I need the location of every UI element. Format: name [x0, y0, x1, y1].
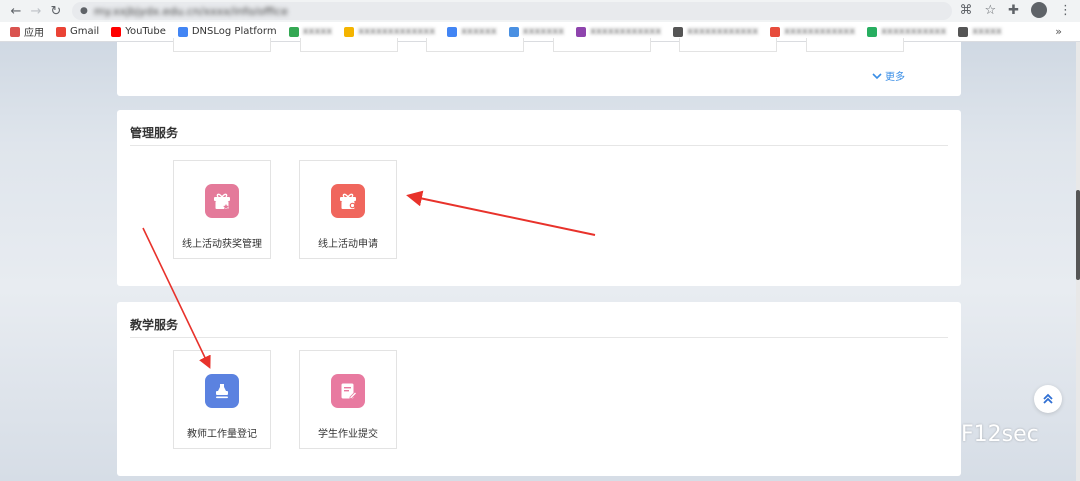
tile-online-activity-apply[interactable]: 线上活动申请 — [299, 160, 397, 259]
tile-stub[interactable] — [300, 38, 398, 52]
bookmark-favicon-icon — [447, 26, 458, 37]
bookmark-favicon-icon — [344, 26, 355, 37]
profile-avatar[interactable] — [1031, 2, 1047, 18]
bookmark-favicon-icon — [288, 26, 299, 37]
tile-stub[interactable] — [173, 38, 271, 52]
bookmark-item[interactable]: Gmail — [56, 26, 99, 37]
bookmarks-more-button[interactable]: » — [1055, 25, 1062, 38]
tile-stub[interactable] — [679, 38, 777, 52]
chevron-down-icon — [872, 72, 882, 79]
reload-icon[interactable]: ↻ — [46, 2, 66, 20]
bookmark-label: xxxxxxxxxxxxx — [358, 26, 436, 37]
watermark: F12sec — [925, 422, 1039, 447]
tile-online-activity-awards[interactable]: 线上活动获奖管理 — [173, 160, 271, 259]
bookmark-item[interactable]: xxxxx — [958, 26, 1002, 37]
bookmark-favicon-icon — [673, 26, 684, 37]
address-bar[interactable]: ● my.xxjbjydx.edu.cn/xxxx/info/office — [72, 2, 952, 20]
bookmark-item[interactable]: xxxxxxxxxxx — [867, 26, 946, 37]
back-to-top-button[interactable] — [1034, 385, 1062, 413]
bookmark-favicon-icon — [958, 26, 969, 37]
gift-settings-icon — [331, 184, 365, 218]
bookmark-label: Gmail — [70, 26, 100, 37]
bookmark-label: xxxxxxxxxxxx — [784, 26, 856, 37]
bookmark-label: 应用 — [24, 28, 44, 39]
extensions-icon[interactable]: ✚ — [1008, 3, 1019, 18]
menu-icon[interactable]: ⋮ — [1059, 3, 1072, 18]
bookmark-item[interactable]: xxxxxxxxxxxx — [576, 26, 661, 37]
divider — [130, 145, 948, 146]
bookmark-favicon-icon — [10, 26, 20, 37]
double-chevron-up-icon — [1043, 393, 1053, 404]
lock-icon: ● — [80, 6, 88, 16]
bookmark-label: xxxxxxxxxxxx — [687, 26, 759, 37]
tile-label: 线上活动申请 — [318, 239, 378, 250]
tile-stub[interactable] — [806, 38, 904, 52]
bookmarks-bar: 应用 Gmail YouTube DNSLog Platform xxxxx xxxxxx… — [0, 22, 1080, 42]
tile-label: 教师工作量登记 — [187, 429, 257, 440]
forward-icon[interactable]: → — [26, 2, 46, 20]
divider — [130, 337, 948, 338]
more-link[interactable]: 更多 — [872, 68, 905, 83]
url-text: my.xxjbjydx.edu.cn/xxxx/info/office — [93, 4, 288, 18]
tile-label: 学生作业提交 — [318, 429, 378, 440]
bookmark-label: xxxxxxx — [522, 26, 565, 37]
bookmark-item[interactable]: xxxxxxxxxxxx — [673, 26, 758, 37]
watermark-text: F12sec — [961, 422, 1039, 447]
management-services-card: 管理服务 线上活动获奖管理 线上活动申请 — [117, 110, 961, 286]
bookmark-label: xxxxx — [972, 26, 1002, 37]
stamp-icon — [205, 374, 239, 408]
browser-toolbar: ← → ↻ ● my.xxjbjydx.edu.cn/xxxx/info/off… — [0, 0, 1080, 22]
section-title: 管理服务 — [130, 126, 179, 140]
bookmark-item[interactable]: xxxxx — [288, 26, 333, 37]
wechat-icon — [925, 423, 954, 445]
bookmark-favicon-icon — [576, 26, 587, 37]
section-title: 教学服务 — [130, 318, 179, 332]
bookmark-label: xxxxx — [302, 26, 333, 37]
bookmark-label: xxxxxx — [461, 26, 497, 37]
service-card-top: 更多 — [117, 38, 961, 96]
bookmark-favicon-icon — [867, 26, 878, 37]
teaching-services-card: 教学服务 教师工作量登记 学生作业提交 — [117, 302, 961, 476]
scrollbar-thumb[interactable] — [1076, 190, 1080, 280]
star-icon[interactable]: ☆ — [984, 3, 996, 18]
bookmark-item[interactable]: 应用 — [10, 24, 44, 39]
bookmark-label: xxxxxxxxxxxx — [590, 26, 662, 37]
bookmark-item[interactable]: YouTube — [111, 26, 166, 37]
bookmark-item[interactable]: xxxxxxxxxxxx — [770, 26, 855, 37]
bookmark-label: xxxxxxxxxxx — [881, 26, 947, 37]
tile-teacher-workload[interactable]: 教师工作量登记 — [173, 350, 271, 449]
bookmark-favicon-icon — [56, 26, 66, 37]
tile-student-homework[interactable]: 学生作业提交 — [299, 350, 397, 449]
tile-stub[interactable] — [426, 38, 524, 52]
bookmark-item[interactable]: xxxxxx — [447, 26, 497, 37]
bookmark-favicon-icon — [111, 26, 122, 37]
bookmark-label: DNSLog Platform — [191, 26, 277, 37]
tile-stub[interactable] — [553, 38, 651, 52]
bookmark-favicon-icon — [177, 26, 188, 37]
document-edit-icon — [331, 374, 365, 408]
bookmark-item[interactable]: xxxxxxx — [508, 26, 565, 37]
gift-star-icon — [205, 184, 239, 218]
bookmark-favicon-icon — [770, 26, 781, 37]
translate-icon[interactable]: ⌘ — [959, 3, 972, 18]
bookmark-item[interactable]: xxxxxxxxxxxxx — [344, 26, 435, 37]
more-label: 更多 — [885, 72, 905, 83]
tile-label: 线上活动获奖管理 — [182, 239, 262, 250]
bookmark-label: YouTube — [125, 26, 166, 37]
back-icon[interactable]: ← — [6, 2, 26, 20]
bookmark-item[interactable]: DNSLog Platform — [177, 26, 277, 37]
bookmark-favicon-icon — [508, 26, 519, 37]
